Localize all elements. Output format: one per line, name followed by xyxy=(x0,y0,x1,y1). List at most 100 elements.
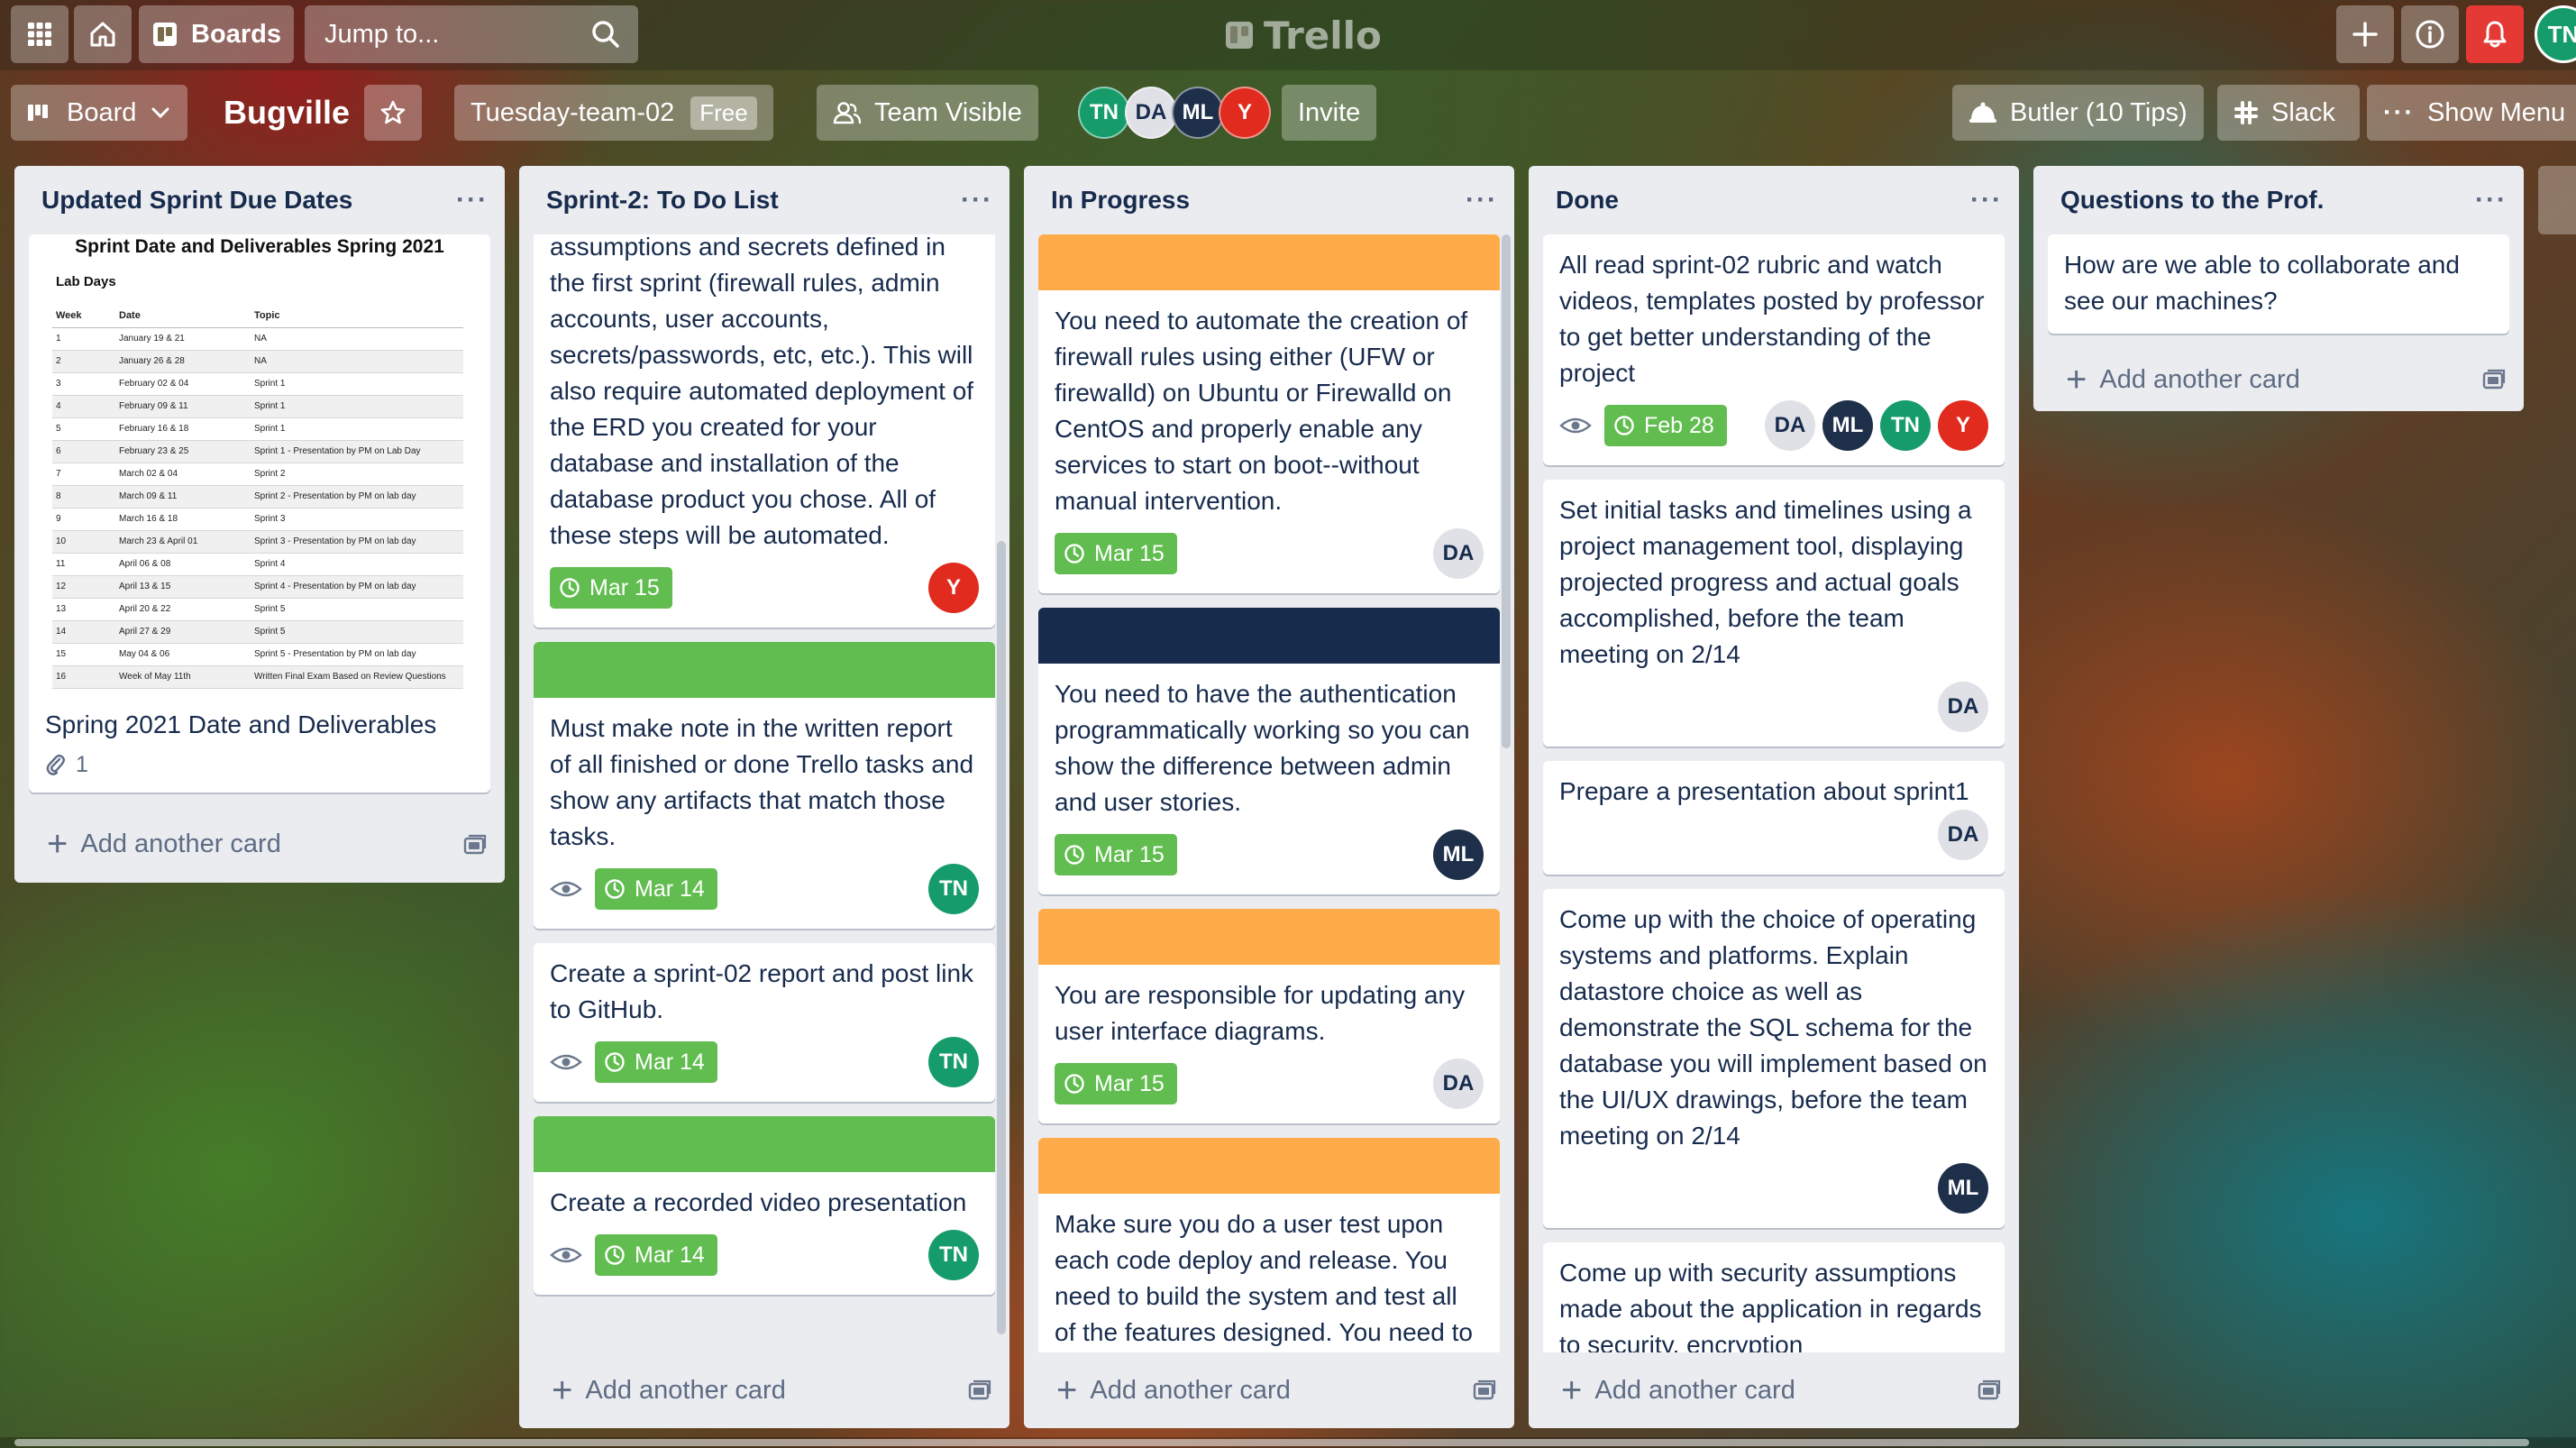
card[interactable]: Sprint Date and Deliverables Spring 2021… xyxy=(29,234,490,793)
card[interactable]: Create a recorded video presentation Mar… xyxy=(534,1116,995,1295)
due-date-badge[interactable]: Mar 14 xyxy=(595,1234,717,1276)
member-avatar[interactable]: ML xyxy=(1938,1163,1988,1214)
butler-button[interactable]: Butler (10 Tips) xyxy=(1952,85,2204,141)
trello-logo[interactable]: Trello xyxy=(1226,11,1382,60)
member-avatar[interactable]: TN xyxy=(1880,400,1931,451)
board-scrollbar-thumb[interactable] xyxy=(14,1439,2529,1446)
member-avatar[interactable]: TN xyxy=(928,1037,979,1087)
card-template-icon[interactable] xyxy=(1473,1379,1496,1401)
due-date-badge[interactable]: Mar 14 xyxy=(595,868,717,910)
member-avatar[interactable]: DA xyxy=(1433,1059,1484,1109)
boards-button[interactable]: Boards xyxy=(139,5,294,63)
due-date-badge[interactable]: Mar 15 xyxy=(550,567,672,609)
card[interactable]: All read sprint-02 rubric and watch vide… xyxy=(1543,234,2005,465)
list-menu-icon[interactable]: ··· xyxy=(456,185,489,215)
member-avatar[interactable]: DA xyxy=(1765,400,1815,451)
card[interactable]: Set initial tasks and timelines using a … xyxy=(1543,480,2005,747)
search-input[interactable] xyxy=(323,18,566,50)
user-avatar[interactable]: TN xyxy=(2535,5,2576,63)
card[interactable]: assumptions and secrets defined in the f… xyxy=(534,234,995,628)
card[interactable]: You are responsible for updating any use… xyxy=(1038,909,1500,1123)
add-card-button[interactable]: + Add another card xyxy=(14,807,505,883)
member-avatar[interactable]: Y xyxy=(928,563,979,613)
plus-icon: + xyxy=(47,824,69,864)
due-date-badge[interactable]: Mar 15 xyxy=(1055,834,1177,875)
search-bar[interactable] xyxy=(305,5,638,63)
card[interactable]: How are we able to collaborate and see o… xyxy=(2048,234,2509,334)
card[interactable]: Prepare a presentation about sprint1 DA xyxy=(1543,761,2005,875)
card-content: Spring 2021 Date and Deliverables 1 xyxy=(29,694,490,793)
card[interactable]: You need to automate the creation of fir… xyxy=(1038,234,1500,593)
add-card-button[interactable]: + Add another card xyxy=(1529,1352,2019,1428)
show-menu-button[interactable]: ··· Show Menu xyxy=(2367,85,2576,141)
member-avatar[interactable]: TN xyxy=(928,1230,979,1280)
add-another-list-edge[interactable] xyxy=(2538,166,2576,234)
due-date-badge[interactable]: Mar 14 xyxy=(595,1041,717,1083)
list-header[interactable]: Updated Sprint Due Dates ··· xyxy=(14,166,505,234)
card-template-icon[interactable] xyxy=(968,1379,991,1401)
card[interactable]: You need to have the authentication prog… xyxy=(1038,608,1500,894)
list-header[interactable]: In Progress ··· xyxy=(1024,166,1514,234)
list-header[interactable]: Questions to the Prof. ··· xyxy=(2033,166,2524,234)
add-card-button[interactable]: + Add another card xyxy=(519,1352,1009,1428)
card-template-icon[interactable] xyxy=(463,834,487,856)
member-avatar[interactable]: DA xyxy=(1938,682,1988,732)
due-date-badge[interactable]: Feb 28 xyxy=(1604,405,1727,446)
list-menu-icon[interactable]: ··· xyxy=(961,185,993,215)
list-title[interactable]: Done xyxy=(1556,186,1619,215)
list-title[interactable]: Sprint-2: To Do List xyxy=(546,186,779,215)
due-date-badge[interactable]: Mar 15 xyxy=(1055,533,1177,574)
team-button[interactable]: Tuesday-team-02 Free xyxy=(454,85,773,141)
board-title[interactable]: Bugville xyxy=(200,85,373,141)
list-header[interactable]: Sprint-2: To Do List ··· xyxy=(519,166,1009,234)
member-initials: DA xyxy=(1774,413,1806,437)
card[interactable]: Come up with security assumptions made a… xyxy=(1543,1242,2005,1352)
schedule-cell: Sprint 2 xyxy=(251,463,463,486)
list-menu-icon[interactable]: ··· xyxy=(1970,185,2003,215)
info-button[interactable] xyxy=(2401,5,2459,63)
notifications-button[interactable] xyxy=(2466,5,2524,63)
card-label-orange xyxy=(1038,909,1500,965)
card-content: Set initial tasks and timelines using a … xyxy=(1543,480,2005,747)
member-avatar[interactable]: DA xyxy=(1938,810,1988,860)
list-title[interactable]: Updated Sprint Due Dates xyxy=(41,186,352,215)
clock-icon xyxy=(560,578,580,598)
member-initials: DA xyxy=(1442,1071,1475,1095)
card[interactable]: Must make note in the written report of … xyxy=(534,642,995,929)
list-menu-icon[interactable]: ··· xyxy=(2475,185,2507,215)
card[interactable]: Make sure you do a user test upon each c… xyxy=(1038,1138,1500,1352)
invite-button[interactable]: Invite xyxy=(1282,85,1377,141)
list-scrollbar[interactable] xyxy=(997,541,1006,1334)
card-template-icon[interactable] xyxy=(1978,1379,2001,1401)
add-card-button[interactable]: + Add another card xyxy=(1024,1352,1514,1428)
card-template-icon[interactable] xyxy=(2482,369,2506,390)
add-card-button[interactable]: + Add another card xyxy=(2033,348,2524,411)
list-header[interactable]: Done ··· xyxy=(1529,166,2019,234)
member-avatar[interactable]: TN xyxy=(1078,87,1130,139)
member-avatar[interactable]: DA xyxy=(1433,528,1484,579)
member-avatar[interactable]: ML xyxy=(1822,400,1873,451)
slack-button[interactable]: Slack xyxy=(2217,85,2360,141)
member-initials: DA xyxy=(1947,694,1979,719)
member-avatar[interactable]: DA xyxy=(1125,87,1177,139)
member-avatar[interactable]: ML xyxy=(1433,829,1484,880)
create-button[interactable] xyxy=(2336,5,2394,63)
board-view-switcher[interactable]: Board xyxy=(11,85,187,141)
list-menu-icon[interactable]: ··· xyxy=(1466,185,1498,215)
card[interactable]: Come up with the choice of operating sys… xyxy=(1543,889,2005,1228)
member-avatar[interactable]: ML xyxy=(1172,87,1224,139)
list-title[interactable]: In Progress xyxy=(1051,186,1190,215)
visibility-button[interactable]: Team Visible xyxy=(817,85,1038,141)
list-scrollbar[interactable] xyxy=(1502,234,1511,748)
apps-button[interactable] xyxy=(11,5,69,63)
member-avatar[interactable]: Y xyxy=(1219,87,1271,139)
due-date-badge[interactable]: Mar 15 xyxy=(1055,1063,1177,1104)
card[interactable]: Create a sprint-02 report and post link … xyxy=(534,943,995,1102)
home-button[interactable] xyxy=(74,5,132,63)
member-avatar[interactable]: Y xyxy=(1938,400,1988,451)
list-title[interactable]: Questions to the Prof. xyxy=(2060,186,2324,215)
member-avatar[interactable]: TN xyxy=(928,864,979,914)
schedule-cell: January 19 & 21 xyxy=(115,327,251,351)
star-board-button[interactable] xyxy=(364,85,422,141)
trello-logo-icon xyxy=(1226,22,1253,49)
